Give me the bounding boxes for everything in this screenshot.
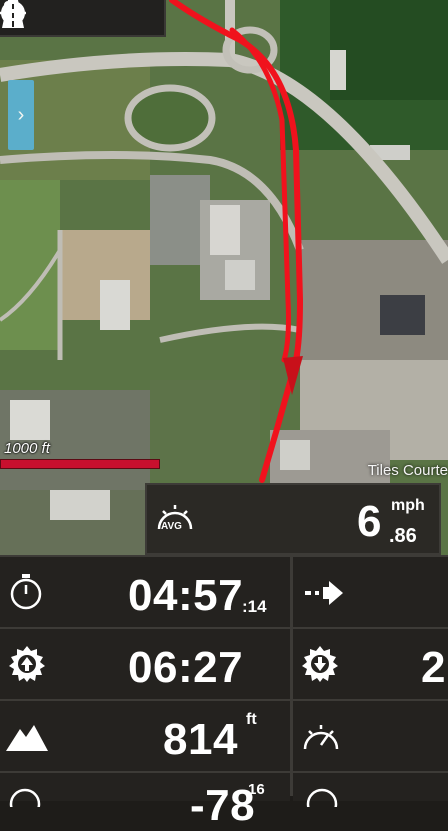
- map-view[interactable]: › 1000 ft Tiles Courte: [0, 0, 448, 560]
- elevation-unit: ft: [246, 711, 257, 728]
- chevron-right-icon: ›: [17, 103, 25, 126]
- sunrise-value: 06:27: [128, 643, 244, 692]
- elevation-icon: [6, 723, 48, 756]
- side-drawer-tab[interactable]: ›: [8, 80, 34, 150]
- avg-speed-panel[interactable]: AVG 6 mph .86: [145, 483, 441, 555]
- sunset-icon: [301, 645, 339, 688]
- route-nodes-icon[interactable]: [4, 1, 114, 35]
- map-attribution: Tiles Courte: [367, 462, 448, 479]
- metric-elevation[interactable]: 814 ft: [0, 699, 290, 771]
- sunset-value: 2: [421, 643, 446, 692]
- avg-speed-unit: mph: [391, 497, 425, 514]
- turn-arrow-icon: [303, 577, 343, 612]
- metric-max-speed[interactable]: [293, 699, 448, 771]
- elapsed-time-value: 04:57: [128, 571, 244, 620]
- elevation-value: 814: [163, 715, 238, 764]
- speedometer-icon: [301, 721, 341, 758]
- map-toolbar: [0, 0, 166, 37]
- scale-bar: [0, 459, 160, 469]
- road-icon[interactable]: [2, 0, 152, 35]
- metric-turn-direction[interactable]: [293, 555, 448, 627]
- metric-elapsed-time[interactable]: 04:57 :14: [0, 555, 290, 627]
- avg-badge: AVG: [161, 521, 182, 532]
- elapsed-time-seconds: :14: [242, 597, 267, 616]
- metric-heading[interactable]: -78 16: [0, 771, 290, 830]
- stop-icon[interactable]: [1, 1, 76, 35]
- heading-value: -78: [190, 781, 256, 830]
- compass-icon: [305, 787, 339, 820]
- heading-sub: 16: [248, 781, 265, 798]
- sunrise-icon: [8, 645, 46, 688]
- avg-speed-decimal: .86: [389, 525, 417, 547]
- stopwatch-icon: [8, 573, 44, 616]
- metric-sunset[interactable]: 2: [293, 627, 448, 699]
- compass-icon: [8, 787, 42, 820]
- scale-label: 1000 ft: [4, 440, 50, 457]
- metric-bearing[interactable]: [293, 771, 448, 820]
- metric-sunrise[interactable]: 06:27: [0, 627, 290, 699]
- map-scale: 1000 ft: [0, 440, 160, 469]
- avg-speed-value: 6: [357, 497, 382, 546]
